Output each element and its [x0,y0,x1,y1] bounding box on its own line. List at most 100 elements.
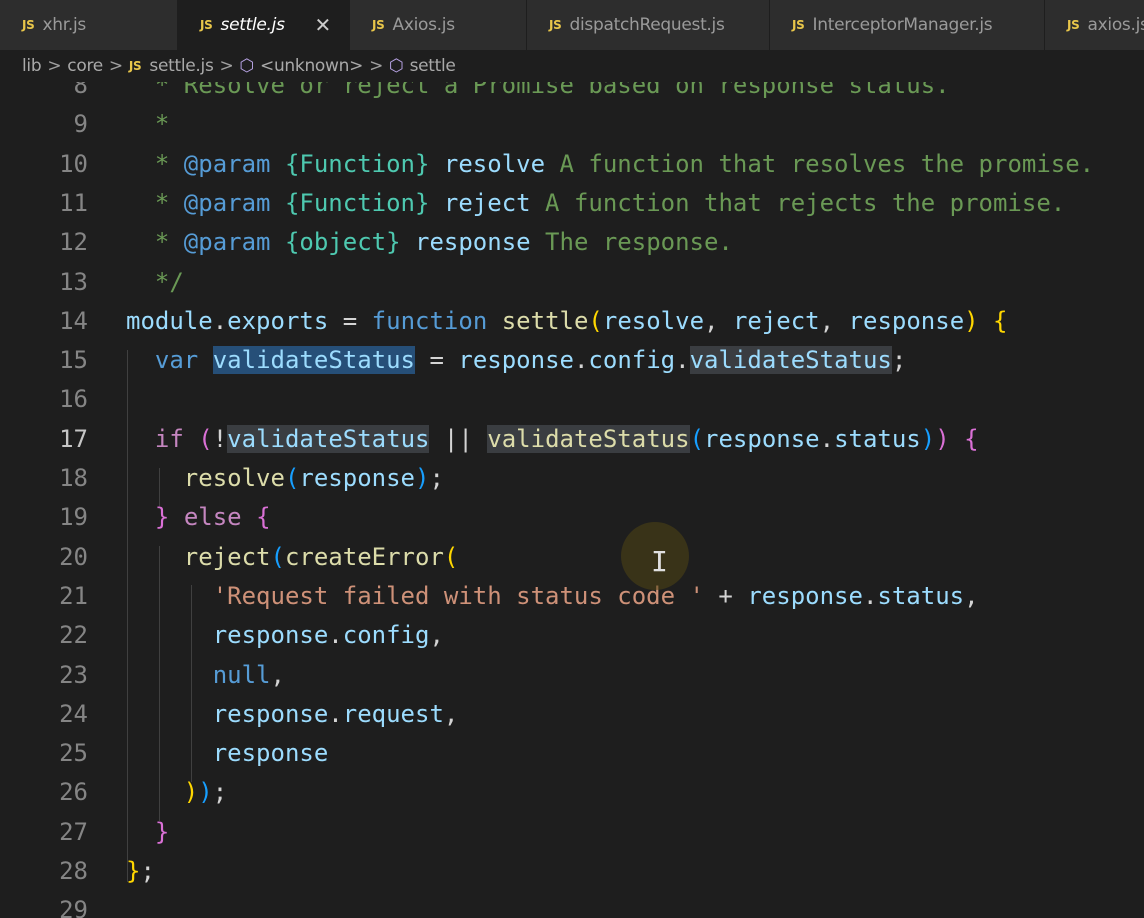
breadcrumb: lib > core > JS settle.js > ⬡ <unknown> … [0,50,1144,82]
code-token: } [154,503,170,531]
code-editor[interactable]: 8 * Resolve or reject a Promise based on… [0,66,1144,918]
code-line[interactable]: 21 'Request failed with status code ' + … [0,577,1144,616]
code-line[interactable]: 25 response [0,734,1144,773]
code-token: module [126,307,213,335]
text-cursor-icon: I [651,545,668,578]
symbol-cube-icon: ⬡ [389,56,404,76]
code-line[interactable]: 29 [0,891,1144,918]
line-number: 16 [59,385,88,413]
code-token: config [342,621,430,649]
code-line[interactable]: 12 * @param {object} response The respon… [0,223,1144,262]
code-text: module.exports = function settle(resolve… [126,302,1008,341]
code-line[interactable]: 26 )); [0,773,1144,812]
breadcrumb-symbol-label: <unknown> [260,56,364,76]
code-line[interactable]: 14 module.exports = function settle(resol… [0,302,1144,341]
code-token: { [993,307,1008,335]
code-token: ( [588,307,603,335]
code-line[interactable]: 10 * @param {Function} resolve A functio… [0,145,1144,184]
editor-tab-bar: JS xhr.js JS settle.js ✕ JS Axios.js JS dispatch… [0,0,1144,50]
code-line[interactable]: 24 response.request, [0,695,1144,734]
tab-axios-js[interactable]: JS Axios.js [350,0,527,50]
tab-settle-js[interactable]: JS settle.js ✕ [178,0,350,50]
code-line[interactable]: 9 * [0,105,1144,144]
code-token: . [328,621,343,649]
code-line[interactable]: 11 * @param {Function} reject A function… [0,184,1144,223]
breadcrumb-lib[interactable]: lib [22,56,42,76]
code-token: A function that resolves the promise. [545,150,1095,178]
code-token: reject [443,189,531,217]
code-token: createError [284,543,444,571]
tab-label: settle.js [220,15,285,35]
code-token: exports [227,307,329,335]
breadcrumb-file-label: settle.js [149,56,214,76]
line-number: 21 [59,582,88,610]
code-line[interactable]: 27 } [0,813,1144,852]
code-token: , [270,661,285,689]
code-token: ) [920,425,936,453]
code-token: ) [198,778,213,806]
code-text: var validateStatus = response.config.val… [126,341,906,380]
tab-label: xhr.js [42,15,87,35]
code-token: , [819,307,849,335]
code-line[interactable]: 23 null, [0,656,1144,695]
tab-label: axios.js [1087,15,1144,35]
code-line[interactable]: 20 reject(createError( [0,538,1144,577]
code-line[interactable]: 13 */ [0,263,1144,302]
code-token: settle [501,307,589,335]
code-token: function [371,307,488,335]
code-line[interactable]: 17 if (!validateStatus || validateStatus… [0,420,1144,459]
tab-interceptormanager-js[interactable]: JS InterceptorManager.js [770,0,1045,50]
line-number: 27 [59,818,88,846]
code-line[interactable]: 16 [0,380,1144,419]
code-token: ) [183,778,199,806]
code-text: } [126,813,169,852]
js-file-icon: JS [22,18,35,32]
code-token: {object} [284,228,401,256]
code-line[interactable]: 15 var validateStatus = response.config.… [0,341,1144,380]
tab-dispatchrequest-js[interactable]: JS dispatchRequest.js [527,0,770,50]
breadcrumb-symbol-settle[interactable]: ⬡ settle [389,56,456,76]
breadcrumb-file[interactable]: JS settle.js [129,56,214,76]
code-line[interactable]: 18 resolve(response); [0,459,1144,498]
code-text: response.request, [126,695,459,734]
code-token: 'Request failed with status code ' [212,582,704,610]
js-file-icon: JS [792,18,805,32]
breadcrumb-symbol-unknown[interactable]: ⬡ <unknown> [239,56,363,76]
code-token: validateStatus [487,425,690,453]
code-line[interactable]: 22 response.config, [0,616,1144,655]
code-token: ; [429,464,444,492]
line-number: 11 [59,189,88,217]
code-token: response [848,307,965,335]
code-text: * @param {object} response The response. [126,223,733,262]
breadcrumb-core[interactable]: core [67,56,103,76]
code-line[interactable]: 19 } else { [0,498,1144,537]
line-number: 15 [59,346,88,374]
code-token: response [299,464,415,492]
code-token: */ [126,268,184,296]
code-line[interactable]: 28}; [0,852,1144,891]
tab-axios-js[interactable]: JS axios.js [1045,0,1144,50]
code-token: ) [415,464,430,492]
code-token: {Function} [284,150,430,178]
code-text: * @param {Function} reject A function th… [126,184,1065,223]
code-token: . [862,582,878,610]
code-token: , [443,700,459,728]
close-icon[interactable]: ✕ [315,13,332,37]
code-text: */ [126,263,184,302]
code-token: reject [732,307,820,335]
line-number: 12 [59,228,88,256]
symbol-cube-icon: ⬡ [239,56,255,76]
tab-xhr-js[interactable]: JS xhr.js [0,0,178,50]
code-token: . [212,307,228,335]
code-text: response.config, [126,616,444,655]
code-token: . [819,425,835,453]
